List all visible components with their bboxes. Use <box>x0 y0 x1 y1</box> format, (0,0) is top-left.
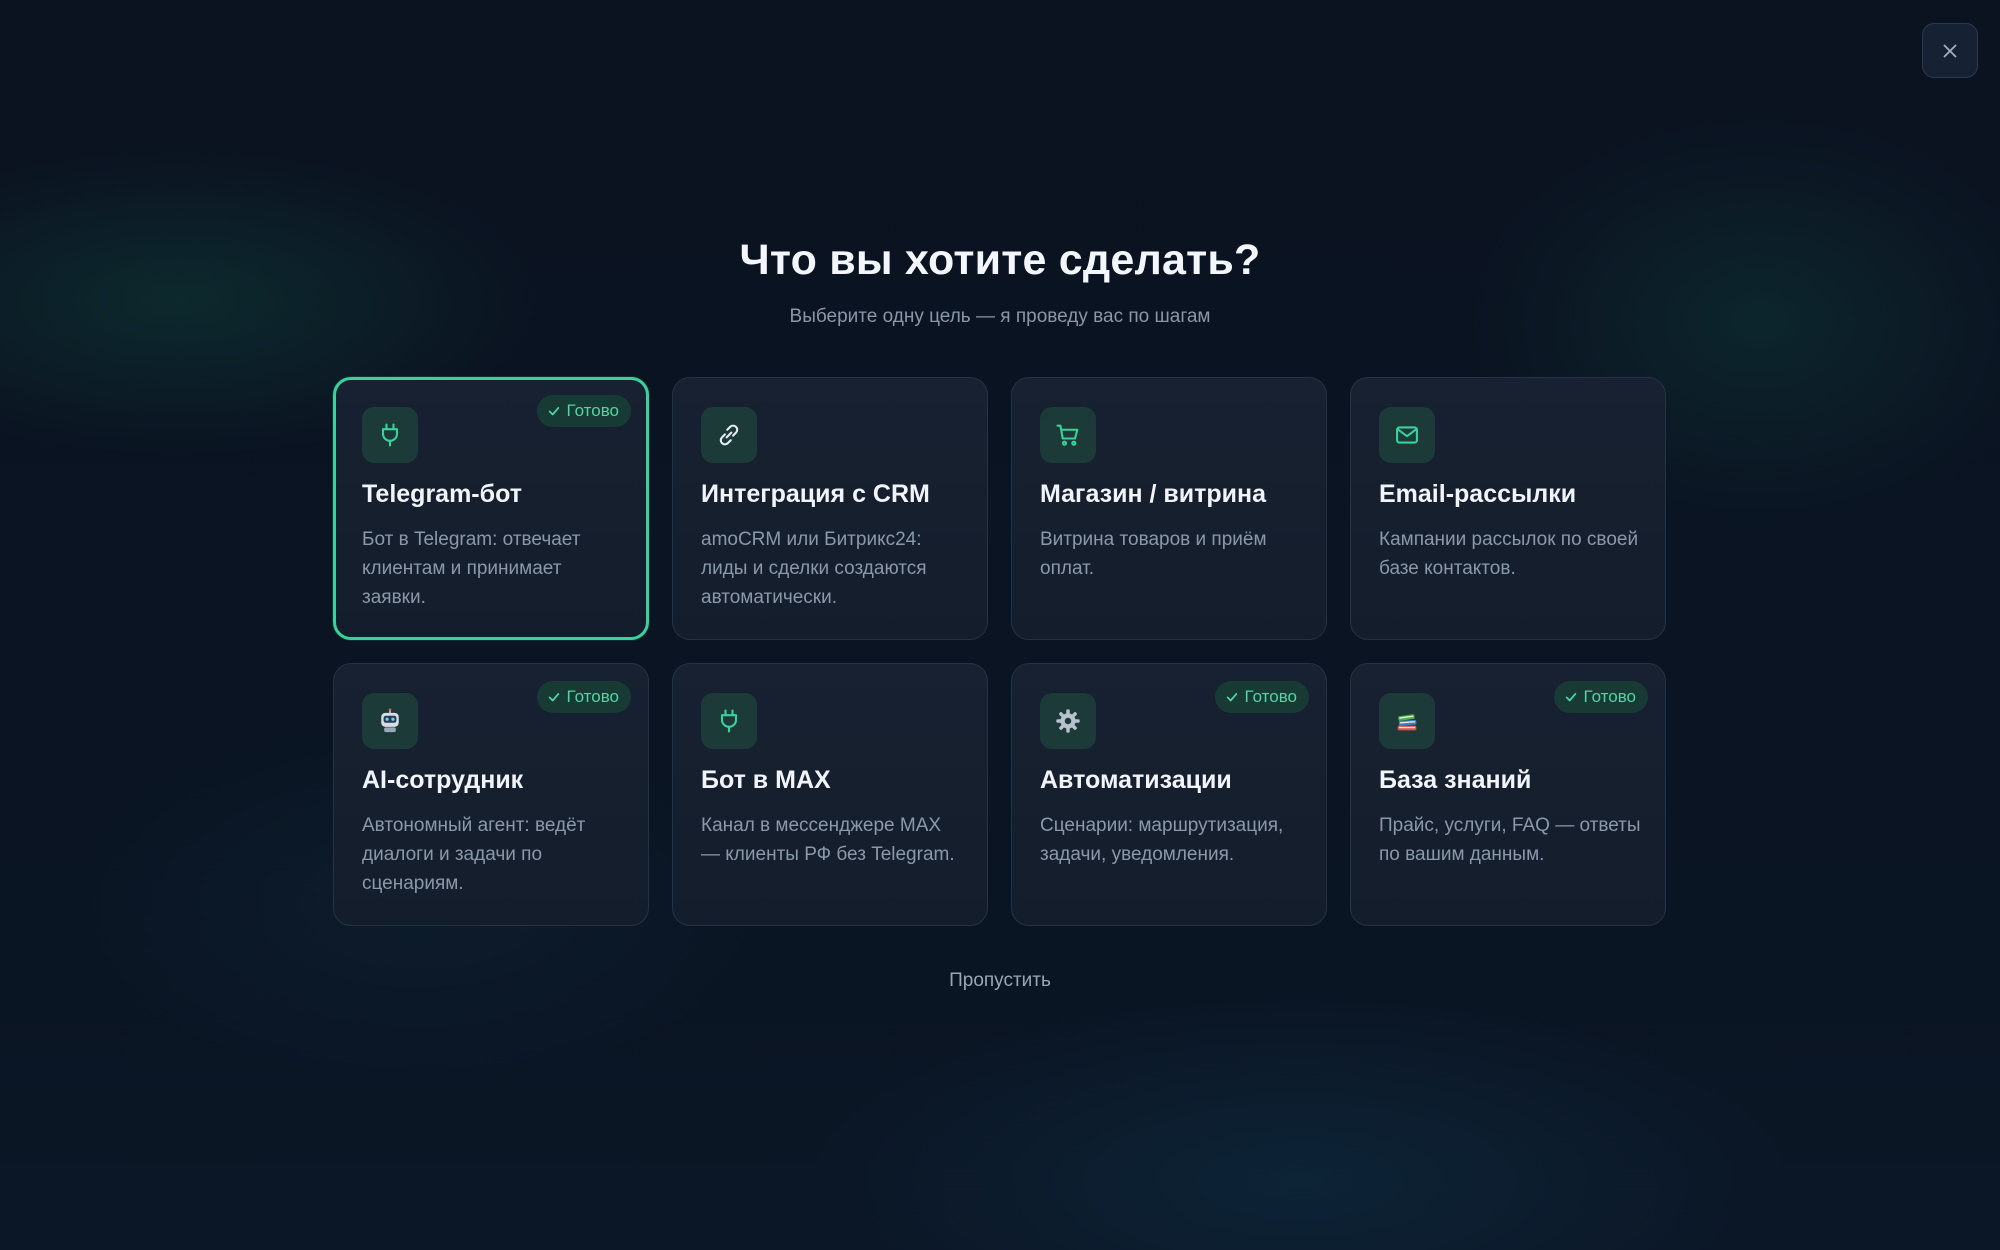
goal-card-telegram-bot[interactable]: Готово Telegram-бот Бот в Telegram: отве… <box>333 377 649 640</box>
ready-badge: Готово <box>536 395 631 427</box>
dialog-title: Что вы хотите сделать? <box>739 236 1261 284</box>
goal-card-automations[interactable]: Готово Автоматизации Сценарии: маршрутиз… <box>1011 663 1327 926</box>
goal-card-shop[interactable]: Магазин / витрина Витрина товаров и приё… <box>1011 377 1327 640</box>
card-title: Магазин / витрина <box>1040 480 1267 508</box>
skip-link[interactable]: Пропустить <box>0 970 2000 992</box>
card-description: Кампании рассылок по своей базе контакто… <box>1379 529 1639 579</box>
card-description: Автономный агент: ведёт диалоги и задачи… <box>362 815 586 894</box>
badge-label: Готово <box>566 401 620 420</box>
check-icon <box>1565 693 1576 702</box>
plug-icon <box>381 423 399 447</box>
card-title: Telegram-бот <box>362 480 522 508</box>
card-title: Автоматизации <box>1040 766 1232 794</box>
card-icon <box>1379 407 1435 463</box>
close-icon <box>1943 44 1957 57</box>
dialog-subtitle: Выберите одну цель — я проведу вас по ша… <box>789 306 1211 327</box>
ready-badge: Готово <box>536 681 631 713</box>
card-icon <box>362 693 418 749</box>
ready-badge: Готово <box>1553 681 1648 713</box>
check-icon <box>548 407 559 416</box>
goal-card-max-bot[interactable]: Бот в MAX Канал в мессенджере MAX — клие… <box>672 663 988 926</box>
check-icon <box>1226 693 1237 702</box>
card-icon <box>701 693 757 749</box>
goal-card-ai-employee[interactable]: Готово AI-сотрудник Автономный агент: ве… <box>333 663 649 926</box>
link-icon <box>719 424 739 446</box>
card-title: Email-рассылки <box>1379 480 1577 508</box>
card-title: Бот в MAX <box>701 766 831 794</box>
card-description: Витрина товаров и приём оплат. <box>1040 529 1267 579</box>
card-title: AI-сотрудник <box>362 766 524 794</box>
goal-card-crm-integration[interactable]: Интеграция с CRM amoCRM или Битрикс24: л… <box>672 377 988 640</box>
card-description: Канал в мессенджере MAX — клиенты РФ без… <box>701 815 955 865</box>
card-icon <box>362 407 418 463</box>
check-icon <box>548 693 559 702</box>
plug-icon <box>720 709 738 733</box>
card-description: Бот в Telegram: отвечает клиентам и прин… <box>362 529 581 608</box>
goal-card-email[interactable]: Email-рассылки Кампании рассылок по свое… <box>1350 377 1666 640</box>
cart-icon <box>1056 424 1079 446</box>
goal-card-knowledge-base[interactable]: Готово База знаний Прайс, услуги, FAQ — … <box>1350 663 1666 926</box>
card-description: amoCRM или Битрикс24: лиды и сделки созд… <box>701 529 927 608</box>
card-icon <box>1040 693 1096 749</box>
gear-icon <box>1056 709 1080 733</box>
card-title: База знаний <box>1379 766 1532 794</box>
card-title: Интеграция с CRM <box>701 480 930 508</box>
card-icon <box>1040 407 1096 463</box>
badge-label: Готово <box>566 687 620 706</box>
badge-label: Готово <box>1583 687 1637 706</box>
badge-label: Готово <box>1244 687 1298 706</box>
ready-badge: Готово <box>1214 681 1309 713</box>
card-description: Сценарии: маршрутизация, задачи, уведомл… <box>1040 815 1284 865</box>
card-icon <box>701 407 757 463</box>
mail-icon <box>1396 426 1418 444</box>
card-description: Прайс, услуги, FAQ — ответы по вашим дан… <box>1379 815 1641 865</box>
card-icon <box>1379 693 1435 749</box>
robot-icon <box>381 708 399 733</box>
books-icon <box>1397 714 1417 731</box>
close-button[interactable] <box>1922 23 1978 78</box>
